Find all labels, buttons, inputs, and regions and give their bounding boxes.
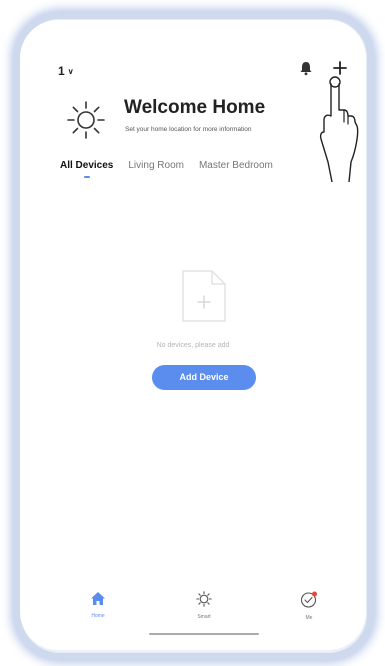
empty-state-message: No devices, please add xyxy=(156,342,230,349)
nav-home-label: Home xyxy=(91,613,105,619)
app-screen: 1 ∨ Welcome Home Set your home location … xyxy=(20,20,366,650)
profile-icon xyxy=(300,591,318,612)
sun-icon xyxy=(66,100,106,145)
nav-home[interactable]: Home xyxy=(73,591,123,619)
home-selector-label: 1 xyxy=(58,64,65,78)
hand-pointer-icon xyxy=(315,70,361,187)
nav-me-label: Me xyxy=(305,615,313,621)
nav-me[interactable]: Me xyxy=(284,591,334,621)
nav-smart-label: Smart xyxy=(197,614,211,620)
chevron-down-icon: ∨ xyxy=(67,66,74,76)
empty-document-icon xyxy=(180,268,228,329)
tab-all-devices[interactable]: All Devices xyxy=(60,160,113,182)
add-device-button[interactable]: Add Device xyxy=(152,365,256,390)
page-title: Welcome Home xyxy=(124,97,266,118)
smart-sun-icon xyxy=(196,591,212,611)
tab-living-room[interactable]: Living Room xyxy=(128,160,184,182)
nav-smart[interactable]: Smart xyxy=(179,591,229,620)
bell-icon[interactable] xyxy=(299,60,313,81)
home-indicator-bar xyxy=(149,633,259,635)
tab-master-bedroom[interactable]: Master Bedroom xyxy=(199,160,273,182)
home-location-hint[interactable]: Set your home location for more informat… xyxy=(125,126,251,133)
home-icon xyxy=(90,592,106,610)
home-selector[interactable]: 1 ∨ xyxy=(58,64,74,78)
